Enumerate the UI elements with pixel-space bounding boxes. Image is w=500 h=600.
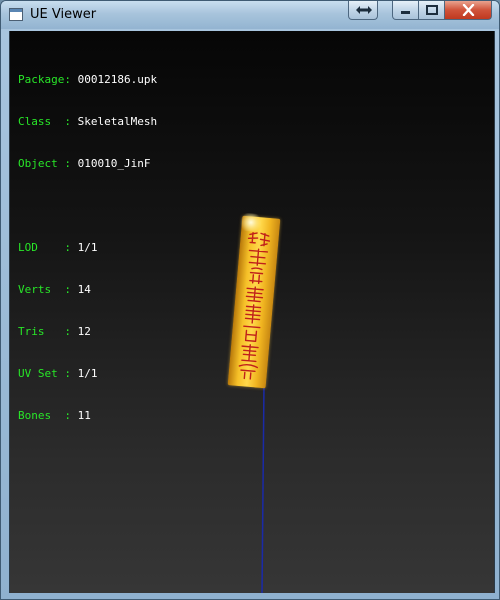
- 3d-viewport[interactable]: Package: 00012186.upk Class : SkeletalMe…: [9, 31, 495, 593]
- close-button[interactable]: [444, 1, 492, 20]
- close-icon: [462, 4, 475, 16]
- title-bar[interactable]: UE Viewer: [1, 1, 499, 29]
- minimize-icon: [401, 11, 410, 14]
- talisman-glyph-pattern: [238, 231, 271, 380]
- maximize-button[interactable]: [418, 1, 445, 20]
- minimize-button[interactable]: [392, 1, 419, 20]
- app-window: UE Viewer Package: 00012186.upk Class : …: [0, 0, 500, 600]
- restore-toggle-button[interactable]: [348, 1, 378, 20]
- double-arrow-icon: [356, 6, 372, 14]
- window-title: UE Viewer: [30, 7, 97, 22]
- maximize-icon: [426, 5, 438, 15]
- app-window-icon: [9, 8, 23, 21]
